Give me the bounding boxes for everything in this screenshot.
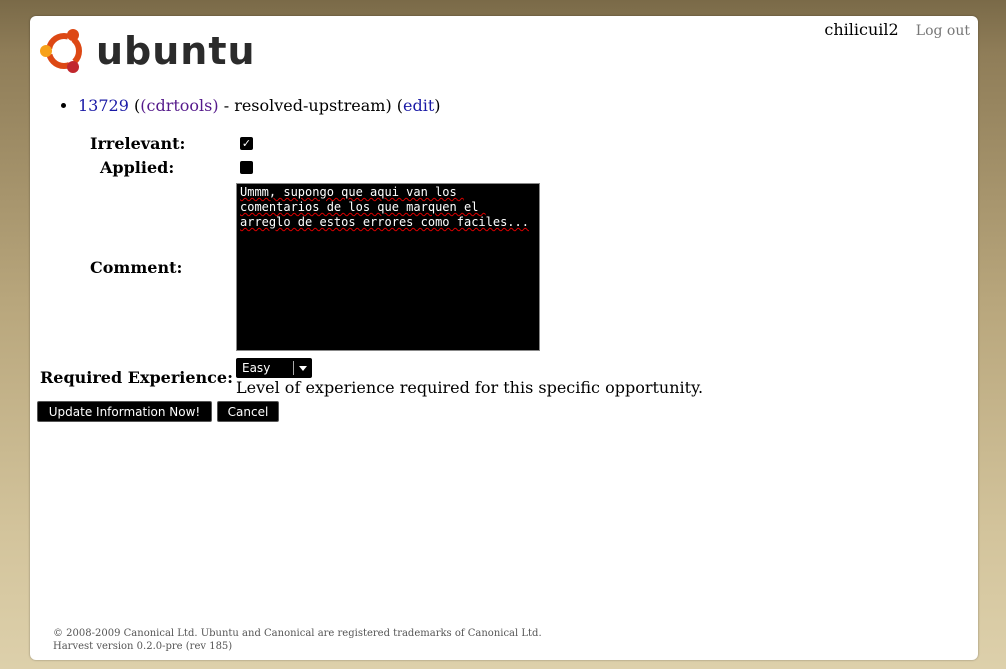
opportunity-id-link[interactable]: 13729 (78, 96, 129, 115)
experience-select[interactable]: Easy (236, 358, 312, 378)
cancel-button[interactable]: Cancel (217, 401, 279, 422)
opportunity-status: - resolved-upstream) (218, 96, 392, 115)
footer: © 2008-2009 Canonical Ltd. Ubuntu and Ca… (53, 627, 542, 653)
copyright-text: © 2008-2009 Canonical Ltd. Ubuntu and Ca… (53, 628, 542, 639)
update-button[interactable]: Update Information Now! (37, 401, 212, 422)
experience-selected-value: Easy (242, 361, 271, 375)
package-link[interactable]: (cdrtools) (140, 96, 218, 115)
select-divider (293, 361, 294, 375)
edit-close-paren: ) (434, 96, 441, 115)
comment-text: Ummm, supongo que aqui van los comentari… (240, 185, 529, 229)
version-text: Harvest version 0.2.0-pre (rev 185) (53, 641, 233, 652)
irrelevant-checkbox[interactable]: ✓ (240, 137, 253, 150)
opportunity-list: 13729 ((cdrtools) - resolved-upstream) (… (60, 96, 441, 115)
comment-textarea[interactable]: Ummm, supongo que aqui van los comentari… (236, 183, 540, 351)
brand-wordmark: ubuntu (96, 29, 256, 73)
applied-label: Applied: (100, 158, 175, 177)
irrelevant-label: Irrelevant: (90, 134, 186, 153)
ubuntu-logo[interactable]: ubuntu (38, 24, 255, 78)
page-container: ubuntu chilicuil2 Log out 13729 ((cdrtoo… (30, 16, 978, 660)
chevron-down-icon (299, 366, 307, 371)
list-item: 13729 ((cdrtools) - resolved-upstream) (… (78, 96, 441, 115)
user-bar: chilicuil2 Log out (824, 20, 970, 39)
edit-link[interactable]: edit (403, 96, 434, 115)
comment-label: Comment: (90, 258, 183, 277)
circle-of-friends-icon (38, 25, 90, 77)
logout-link[interactable]: Log out (916, 23, 970, 39)
username: chilicuil2 (824, 20, 899, 39)
experience-help-text: Level of experience required for this sp… (236, 378, 704, 397)
check-icon: ✓ (241, 137, 252, 150)
applied-checkbox[interactable] (240, 161, 253, 174)
experience-label: Required Experience: (40, 368, 233, 387)
